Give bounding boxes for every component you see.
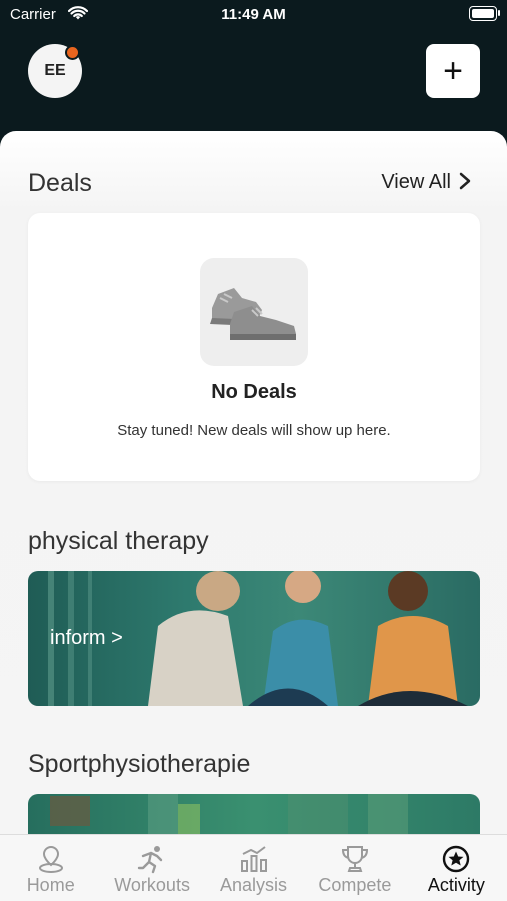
tab-workouts[interactable]: Workouts <box>101 835 202 901</box>
tab-workouts-label: Workouts <box>114 875 190 895</box>
main-content: Deals View All No Deals Stay tuned! New … <box>0 131 507 841</box>
home-pin-icon <box>37 843 65 875</box>
add-button[interactable]: + <box>426 44 480 98</box>
section-title-physical-therapy: physical therapy <box>28 527 209 555</box>
tab-home[interactable]: Home <box>0 835 101 901</box>
no-deals-subtitle: Stay tuned! New deals will show up here. <box>117 422 391 439</box>
avatar[interactable]: EE <box>28 44 82 98</box>
view-all-label: View All <box>381 171 451 193</box>
trophy-icon <box>340 843 370 875</box>
status-bar: Carrier 11:49 AM <box>0 0 507 30</box>
deals-title: Deals <box>28 169 92 197</box>
physical-therapy-banner[interactable]: inform > <box>28 571 480 706</box>
plus-icon: + <box>443 51 463 90</box>
bar-chart-icon <box>239 843 269 875</box>
tab-compete[interactable]: Compete <box>304 835 405 901</box>
clock: 11:49 AM <box>221 6 286 23</box>
view-all-link[interactable]: View All <box>381 171 471 194</box>
inform-link[interactable]: inform > <box>50 627 123 650</box>
avatar-initials: EE <box>44 62 66 79</box>
deals-empty-card: No Deals Stay tuned! New deals will show… <box>28 213 480 481</box>
chevron-right-icon <box>459 172 471 193</box>
tab-analysis-label: Analysis <box>220 875 288 895</box>
runner-icon <box>137 843 167 875</box>
tab-home-label: Home <box>26 875 75 895</box>
tab-activity[interactable]: Activity <box>406 835 507 901</box>
section-title-sportphysiotherapie: Sportphysiotherapie <box>28 750 251 778</box>
sneaker-icon <box>200 258 308 366</box>
no-deals-title: No Deals <box>211 381 297 403</box>
tab-compete-label: Compete <box>318 875 392 895</box>
star-badge-icon <box>441 843 471 875</box>
tab-activity-label: Activity <box>427 875 485 895</box>
battery-icon <box>469 6 500 21</box>
tab-analysis[interactable]: Analysis <box>203 835 304 901</box>
notification-dot <box>65 45 80 60</box>
tab-bar: Home Workouts Analysis Compete Activity <box>0 834 507 901</box>
